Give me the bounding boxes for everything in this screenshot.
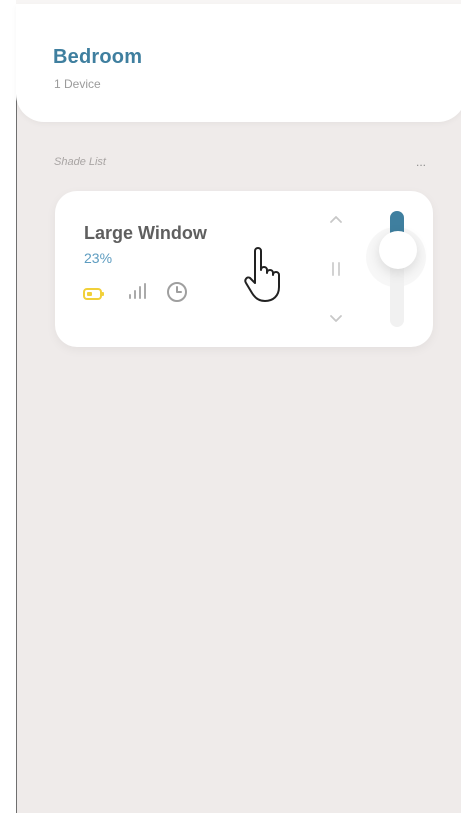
room-title: Bedroom <box>53 46 143 68</box>
hand-pointer-icon <box>244 247 280 302</box>
shade-card[interactable]: Large Window 23% <box>55 191 433 347</box>
battery-icon <box>83 288 104 300</box>
shade-list-label: Shade List <box>54 156 106 168</box>
chevron-up-icon[interactable] <box>325 211 347 229</box>
signal-icon <box>129 283 146 299</box>
shade-position-slider[interactable] <box>390 211 404 327</box>
shade-position: 23% <box>84 250 113 266</box>
slider-thumb[interactable] <box>379 231 417 269</box>
app-screen: Bedroom 1 Device Shade List ... Large Wi… <box>0 0 461 813</box>
chevron-down-icon[interactable] <box>325 309 347 327</box>
device-count: 1 Device <box>54 77 101 91</box>
shade-name: Large Window <box>84 223 207 243</box>
pause-icon[interactable] <box>325 260 347 278</box>
more-options-button[interactable]: ... <box>410 154 432 170</box>
clock-icon[interactable] <box>166 281 188 303</box>
